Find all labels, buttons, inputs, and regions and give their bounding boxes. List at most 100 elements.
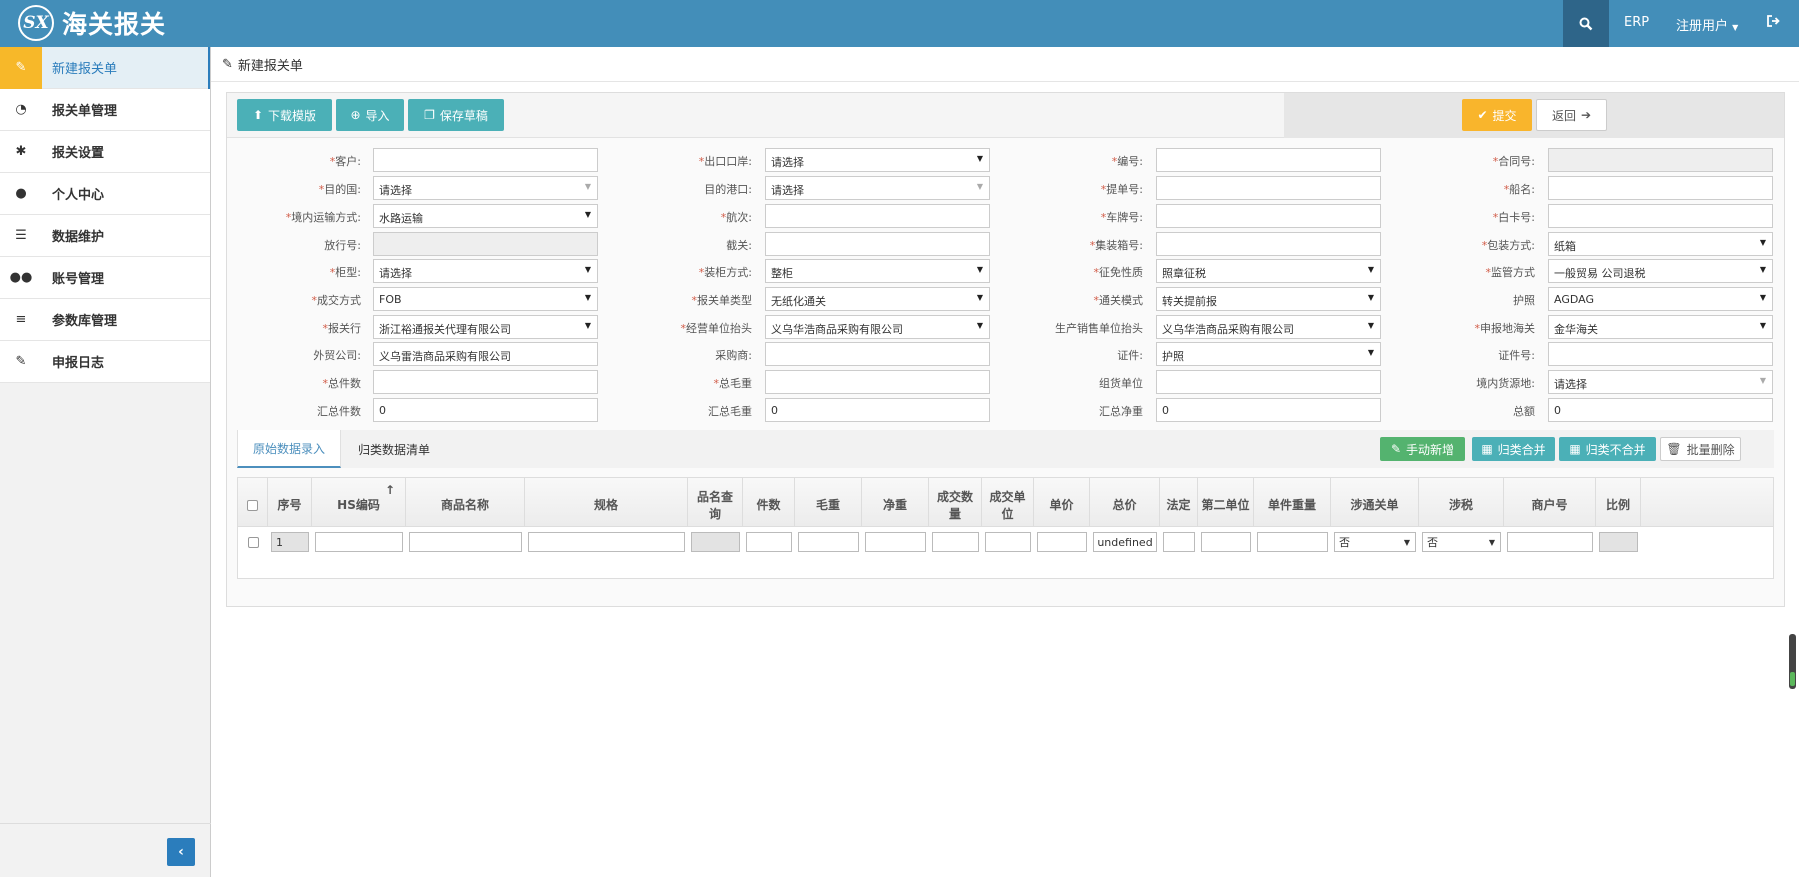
packing-type-select[interactable]: 纸箱 ▼ [1548,232,1773,256]
customer-field[interactable] [373,148,598,172]
back-button[interactable]: 返回 ➔ [1536,99,1607,131]
price-input[interactable] [1037,532,1087,552]
customer-label: *客户: [330,153,361,169]
total-amount-label: 总额 [1513,403,1535,419]
white-card-no-field[interactable] [1548,204,1773,228]
operator-title-select[interactable]: 义乌华浩商品采购有限公司 ▼ [765,315,990,339]
customs-doc-input[interactable]: 否 ▼ [1334,532,1416,552]
import-button[interactable]: ⊕ 导入 [336,99,404,131]
loading-mode-select[interactable]: 整柜 ▼ [765,259,990,283]
batch-delete-button[interactable]: 🗑 批量删除 [1660,437,1741,461]
download-template-button[interactable]: ⬆ 下载模版 [237,99,332,131]
caret-down-icon: ▼ [1759,238,1766,247]
vessel-name-field[interactable] [1548,176,1773,200]
sidebar-item-logs[interactable]: ✎ 申报日志 [0,341,210,383]
total-pieces-field[interactable] [373,370,598,394]
total-gross-weight-field[interactable] [765,370,990,394]
container-no-field[interactable] [1156,232,1381,256]
export-port-select[interactable]: 请选择 ▼ [765,148,990,172]
qty-input[interactable] [932,532,979,552]
tax-nature-select[interactable]: 照章征税 ▼ [1156,259,1381,283]
name-input[interactable] [409,532,522,552]
sidebar-item-profile[interactable]: ● 个人中心 [0,173,210,215]
sum-gross-weight-field[interactable]: 0 [765,398,990,422]
sidebar-item-accounts[interactable]: ●● 账号管理 [0,257,210,299]
unit-input[interactable] [985,532,1031,552]
sum-pieces-field[interactable]: 0 [373,398,598,422]
sidebar-item-parameters[interactable]: ≡ 参数库管理 [0,299,210,341]
declaration-type-select[interactable]: 无纸化通关 ▼ [765,287,990,311]
scrollbar[interactable] [1789,634,1796,689]
passport-select[interactable]: AGDAG ▼ [1548,287,1773,311]
clearance-mode-label: *通关模式 [1094,292,1144,308]
total-amount-value: 0 [1554,404,1561,417]
total-amount-field[interactable]: 0 [1548,398,1773,422]
plate-no-label-text: 车牌号: [1106,211,1143,224]
sidebar-item-settings[interactable]: ✱ 报关设置 [0,131,210,173]
clearance-mode-select[interactable]: 转关提前报 ▼ [1156,287,1381,311]
brand[interactable]: SX 海关报关 [18,5,166,41]
supervision-mode-select[interactable]: 一般贸易 公司退税 ▼ [1548,259,1773,283]
cell-tax: 否 ▼ [1419,527,1504,557]
spec-input[interactable] [528,532,685,552]
second-unit-input[interactable] [1201,532,1251,552]
pieces-input[interactable] [746,532,792,552]
certificate-no-field[interactable] [1548,342,1773,366]
sidebar-item-data-maintenance[interactable]: ☰ 数据维护 [0,215,210,257]
hs-input[interactable] [315,532,403,552]
certificate-type-select[interactable]: 护照 ▼ [1156,342,1381,366]
cutoff-field[interactable] [765,232,990,256]
manual-add-button[interactable]: ✎ 手动新增 [1380,437,1465,461]
sidebar-item-new-declaration[interactable]: ✎ 新建报关单 [0,46,210,89]
plate-no-field[interactable] [1156,204,1381,228]
sidebar-item-label: 参数库管理 [52,314,118,329]
container-type-select[interactable]: 请选择 ▼ [373,259,598,283]
select-all-checkbox[interactable] [247,500,258,511]
manual-add-label: 手动新增 [1406,442,1455,457]
sum-net-weight-field[interactable]: 0 [1156,398,1381,422]
goods-table: 序号 HS编码 ↑ 商品名称 规格 品名查询 件数 毛重 净重 成交数量 成交单位 单价 总价 法定 第二单… [237,477,1774,579]
cell-name [406,527,525,557]
sort-up-icon[interactable]: ↑ [385,482,395,499]
user-menu[interactable]: 注册用户 ▼ [1676,15,1738,34]
deal-mode-select[interactable]: FOB ▼ [373,287,598,311]
declare-customs-select[interactable]: 金华海关 ▼ [1548,315,1773,339]
sidebar-collapse-button[interactable]: ‹ [167,838,195,866]
logout-button[interactable] [1767,15,1780,31]
customs-broker-select[interactable]: 浙江裕通报关代理有限公司 ▼ [373,315,598,339]
buyer-field[interactable] [765,342,990,366]
gross-input[interactable] [798,532,859,552]
save-draft-button[interactable]: ❐ 保存草稿 [408,99,504,131]
account-input[interactable] [1507,532,1593,552]
destination-country-select[interactable]: 请选择 ▼ [373,176,598,200]
tax-input[interactable]: 否 ▼ [1422,532,1501,552]
vessel-name-label-text: 船名: [1509,183,1535,196]
erp-link[interactable]: ERP [1624,15,1649,30]
total-input[interactable]: undefined [1093,532,1157,552]
sidebar-item-declaration-manage[interactable]: ◔ 报关单管理 [0,89,210,131]
bill-of-lading-field[interactable] [1156,176,1381,200]
scrollbar-thumb[interactable] [1790,672,1795,686]
classify-no-merge-button[interactable]: ▦ 归类不合并 [1559,437,1656,461]
export-port-label-text: 出口口岸: [704,155,752,168]
column-header-hs[interactable]: HS编码 ↑ [312,478,406,527]
net-input[interactable] [865,532,926,552]
submit-button[interactable]: ✔ 提交 [1462,99,1532,131]
legal-input[interactable] [1163,532,1195,552]
producer-title-select[interactable]: 义乌华浩商品采购有限公司 ▼ [1156,315,1381,339]
transport-mode-select[interactable]: 水路运输 ▼ [373,204,598,228]
trade-company-label: 外贸公司: [313,347,361,363]
destination-port-select[interactable]: 请选择 ▼ [765,176,990,200]
row-checkbox[interactable] [247,536,259,548]
search-button[interactable] [1563,0,1609,47]
tab-raw-data[interactable]: 原始数据录入 [237,430,341,468]
unit-weight-input[interactable] [1257,532,1328,552]
serial-no-field[interactable] [1156,148,1381,172]
classify-merge-button[interactable]: ▦ 归类合并 [1472,437,1555,461]
consolidator-field[interactable] [1156,370,1381,394]
voyage-no-field[interactable] [765,204,990,228]
domestic-source-select[interactable]: 请选择 ▼ [1548,370,1773,394]
trade-company-field[interactable]: 义乌雷浩商品采购有限公司 [373,342,598,366]
column-header-chk[interactable] [238,478,268,527]
tab-classified-list[interactable]: 归类数据清单 [341,430,447,468]
